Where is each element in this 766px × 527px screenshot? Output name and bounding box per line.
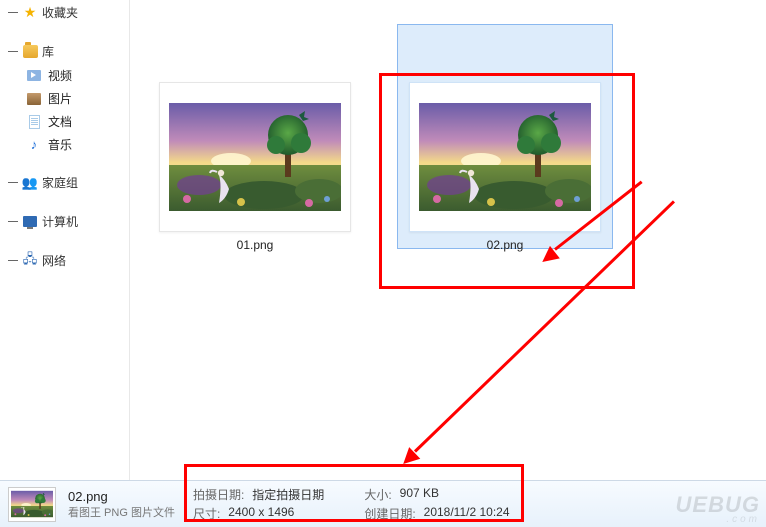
sidebar-homegroup-header[interactable]: 👥 家庭组 [0, 170, 129, 195]
sidebar-library-label: 库 [42, 43, 54, 60]
image-preview [169, 103, 341, 211]
sidebar-computer-header[interactable]: 计算机 [0, 209, 129, 234]
collapse-icon [8, 47, 18, 57]
video-icon [26, 68, 42, 84]
meta-value-size: 907 KB [400, 486, 439, 503]
sidebar-item-pictures[interactable]: 图片 [0, 87, 129, 110]
sidebar-item-label: 图片 [48, 90, 72, 107]
thumbnail-frame [159, 82, 351, 232]
sidebar-favorites-label: 收藏夹 [42, 4, 78, 21]
navigation-sidebar: ★ 收藏夹 库 视频 图片 文档 ♪ 音乐 👥 家庭组 [0, 0, 130, 480]
library-icon [22, 44, 38, 60]
homegroup-icon: 👥 [22, 175, 38, 191]
sidebar-item-music[interactable]: ♪ 音乐 [0, 133, 129, 156]
sidebar-network-header[interactable]: 🖧 网络 [0, 248, 129, 273]
sidebar-item-label: 音乐 [48, 136, 72, 153]
document-icon [26, 114, 42, 130]
file-name: 02.png [409, 238, 601, 252]
meta-label-dimensions: 尺寸: [193, 505, 224, 522]
file-thumbnail[interactable]: 01.png [159, 82, 351, 252]
computer-icon [22, 214, 38, 230]
sidebar-library-header[interactable]: 库 [0, 39, 129, 64]
sidebar-network-label: 网络 [42, 252, 66, 269]
details-metadata: 拍摄日期: 指定拍摄日期 大小: 907 KB 尺寸: 2400 x 1496 … [193, 486, 510, 522]
file-pane[interactable]: 01.png 02.png [130, 0, 766, 480]
meta-value-date-created: 2018/11/2 10:24 [424, 505, 510, 522]
meta-label-size: 大小: [364, 486, 395, 503]
thumbnail-frame [409, 82, 601, 232]
watermark: UEBUG .com [676, 492, 760, 525]
sidebar-item-label: 视频 [48, 67, 72, 84]
collapse-icon [8, 8, 18, 18]
sidebar-computer-label: 计算机 [42, 213, 78, 230]
sidebar-item-videos[interactable]: 视频 [0, 64, 129, 87]
image-preview-small [11, 490, 53, 518]
image-preview [419, 103, 591, 211]
star-icon: ★ [22, 5, 38, 21]
file-name: 01.png [159, 238, 351, 252]
sidebar-homegroup-label: 家庭组 [42, 174, 78, 191]
collapse-icon [8, 217, 18, 227]
details-filename: 02.png [68, 489, 175, 504]
meta-value-dimensions: 2400 x 1496 [228, 505, 294, 522]
details-filetype: 看图王 PNG 图片文件 [68, 504, 175, 520]
details-bar: 02.png 看图王 PNG 图片文件 拍摄日期: 指定拍摄日期 大小: 907… [0, 480, 766, 527]
collapse-icon [8, 178, 18, 188]
file-thumbnail[interactable]: 02.png [409, 82, 601, 252]
music-icon: ♪ [26, 137, 42, 153]
meta-value-date-taken[interactable]: 指定拍摄日期 [252, 486, 324, 503]
picture-icon [26, 91, 42, 107]
meta-label-date-taken: 拍摄日期: [193, 486, 248, 503]
details-file-primary: 02.png 看图王 PNG 图片文件 [68, 489, 175, 520]
meta-label-date-created: 创建日期: [364, 505, 419, 522]
sidebar-item-label: 文档 [48, 113, 72, 130]
details-thumbnail[interactable] [8, 487, 56, 522]
network-icon: 🖧 [22, 253, 38, 269]
sidebar-item-documents[interactable]: 文档 [0, 110, 129, 133]
collapse-icon [8, 256, 18, 266]
sidebar-favorites-header[interactable]: ★ 收藏夹 [0, 0, 129, 25]
